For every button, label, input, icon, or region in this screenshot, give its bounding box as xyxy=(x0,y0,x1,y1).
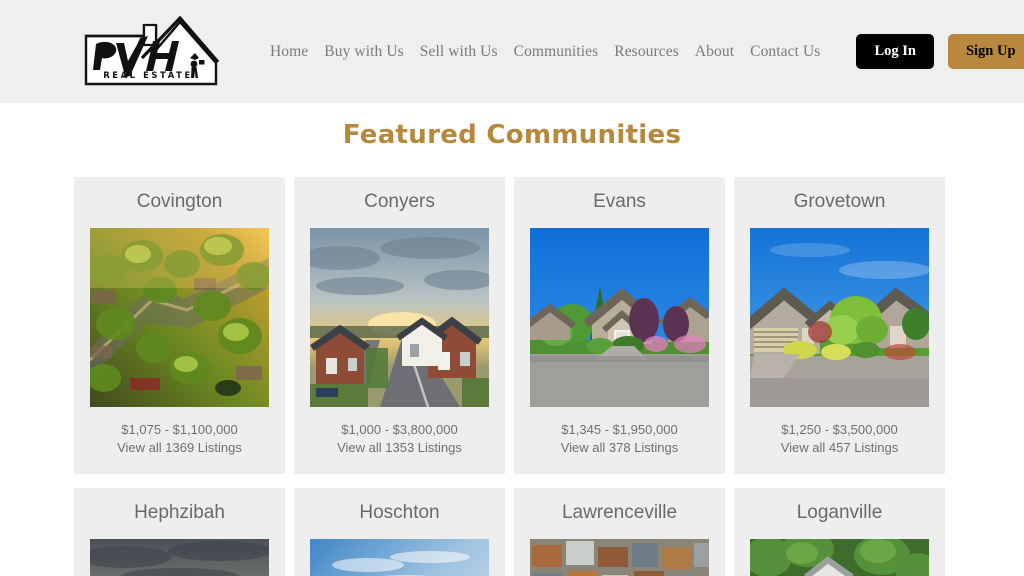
nav-communities[interactable]: Communities xyxy=(506,39,607,65)
community-card-conyers[interactable]: Conyers $1,000 - $3,800,000 View all 135… xyxy=(294,177,505,474)
community-card-loganville[interactable]: Loganville xyxy=(734,487,945,576)
community-card-lawrenceville[interactable]: Lawrenceville xyxy=(514,487,725,576)
card-title: Conyers xyxy=(364,191,435,212)
community-card-covington[interactable]: Covington $1,075 - $1,100,000 View all 1… xyxy=(74,177,285,474)
nav-sell-with-us[interactable]: Sell with Us xyxy=(412,39,506,65)
card-title: Covington xyxy=(136,191,223,212)
overcast-sky-treeline-rooftops-photo xyxy=(90,538,269,576)
community-card-hephzibah[interactable]: Hephzibah xyxy=(74,487,285,576)
card-meta: $1,345 - $1,950,000 View all 378 Listing… xyxy=(561,421,679,458)
house-blue-sky-green-lawn-photo xyxy=(530,227,709,407)
card-listings[interactable]: View all 1353 Listings xyxy=(337,439,462,457)
main-content: Featured Communities Covington $1,075 - … xyxy=(0,120,1024,576)
main-navigation: Home Buy with Us Sell with Us Communitie… xyxy=(262,39,828,65)
sign-up-button[interactable]: Sign Up xyxy=(947,34,1024,69)
community-card-grovetown[interactable]: Grovetown $1,250 - $3,500,000 View all 4… xyxy=(734,177,945,474)
nav-buy-with-us[interactable]: Buy with Us xyxy=(316,39,411,65)
page-title: Featured Communities xyxy=(342,120,682,150)
card-price: $1,075 - $1,100,000 xyxy=(121,421,238,437)
card-title: Evans xyxy=(593,191,646,212)
header-actions: Log In Sign Up xyxy=(856,34,1024,69)
card-title: Lawrenceville xyxy=(561,501,678,523)
card-title: Loganville xyxy=(796,501,883,523)
bright-blue-sky-wispy-clouds-photo xyxy=(310,538,489,576)
craftsman-homes-blue-sky-driveway-photo xyxy=(750,227,929,407)
nav-contact-us[interactable]: Contact Us xyxy=(742,39,828,65)
pvh-real-estate-logo[interactable]: REAL ESTATE xyxy=(82,14,220,90)
nav-home[interactable]: Home xyxy=(262,39,316,65)
aerial-wooded-homes-pool-photo xyxy=(750,538,929,576)
nav-resources[interactable]: Resources xyxy=(606,39,687,65)
card-price: $1,000 - $3,800,000 xyxy=(341,421,458,437)
card-meta: $1,250 - $3,500,000 View all 457 Listing… xyxy=(781,421,899,458)
card-listings[interactable]: View all 378 Listings xyxy=(561,439,679,457)
logo-mark: REAL ESTATE xyxy=(84,15,220,85)
card-price: $1,250 - $3,500,000 xyxy=(781,421,898,437)
nav-about[interactable]: About xyxy=(687,39,742,65)
aerial-suburb-golden-sunset-trees-photo xyxy=(90,227,269,407)
community-card-evans[interactable]: Evans $1,345 - $1,950,000 View all 378 L… xyxy=(514,177,725,474)
log-in-button[interactable]: Log In xyxy=(856,34,934,69)
site-header: REAL ESTATE Home Buy with Us Sell with U… xyxy=(0,0,1024,103)
card-title: Hephzibah xyxy=(134,501,225,523)
card-title: Grovetown xyxy=(793,191,886,212)
suburban-street-sunset-brick-homes-photo xyxy=(310,227,489,407)
card-listings[interactable]: View all 1369 Listings xyxy=(117,439,242,457)
svg-text:REAL ESTATE: REAL ESTATE xyxy=(103,70,193,80)
card-listings[interactable]: View all 457 Listings xyxy=(781,439,899,457)
community-card-hoschton[interactable]: Hoschton xyxy=(294,487,505,576)
featured-communities-grid: Covington $1,075 - $1,100,000 View all 1… xyxy=(74,177,950,576)
card-meta: $1,000 - $3,800,000 View all 1353 Listin… xyxy=(337,421,462,458)
aerial-dense-rooftops-neighborhood-photo xyxy=(530,538,709,576)
card-meta: $1,075 - $1,100,000 View all 1369 Listin… xyxy=(117,421,242,458)
card-title: Hoschton xyxy=(359,501,440,523)
card-price: $1,345 - $1,950,000 xyxy=(561,421,678,437)
